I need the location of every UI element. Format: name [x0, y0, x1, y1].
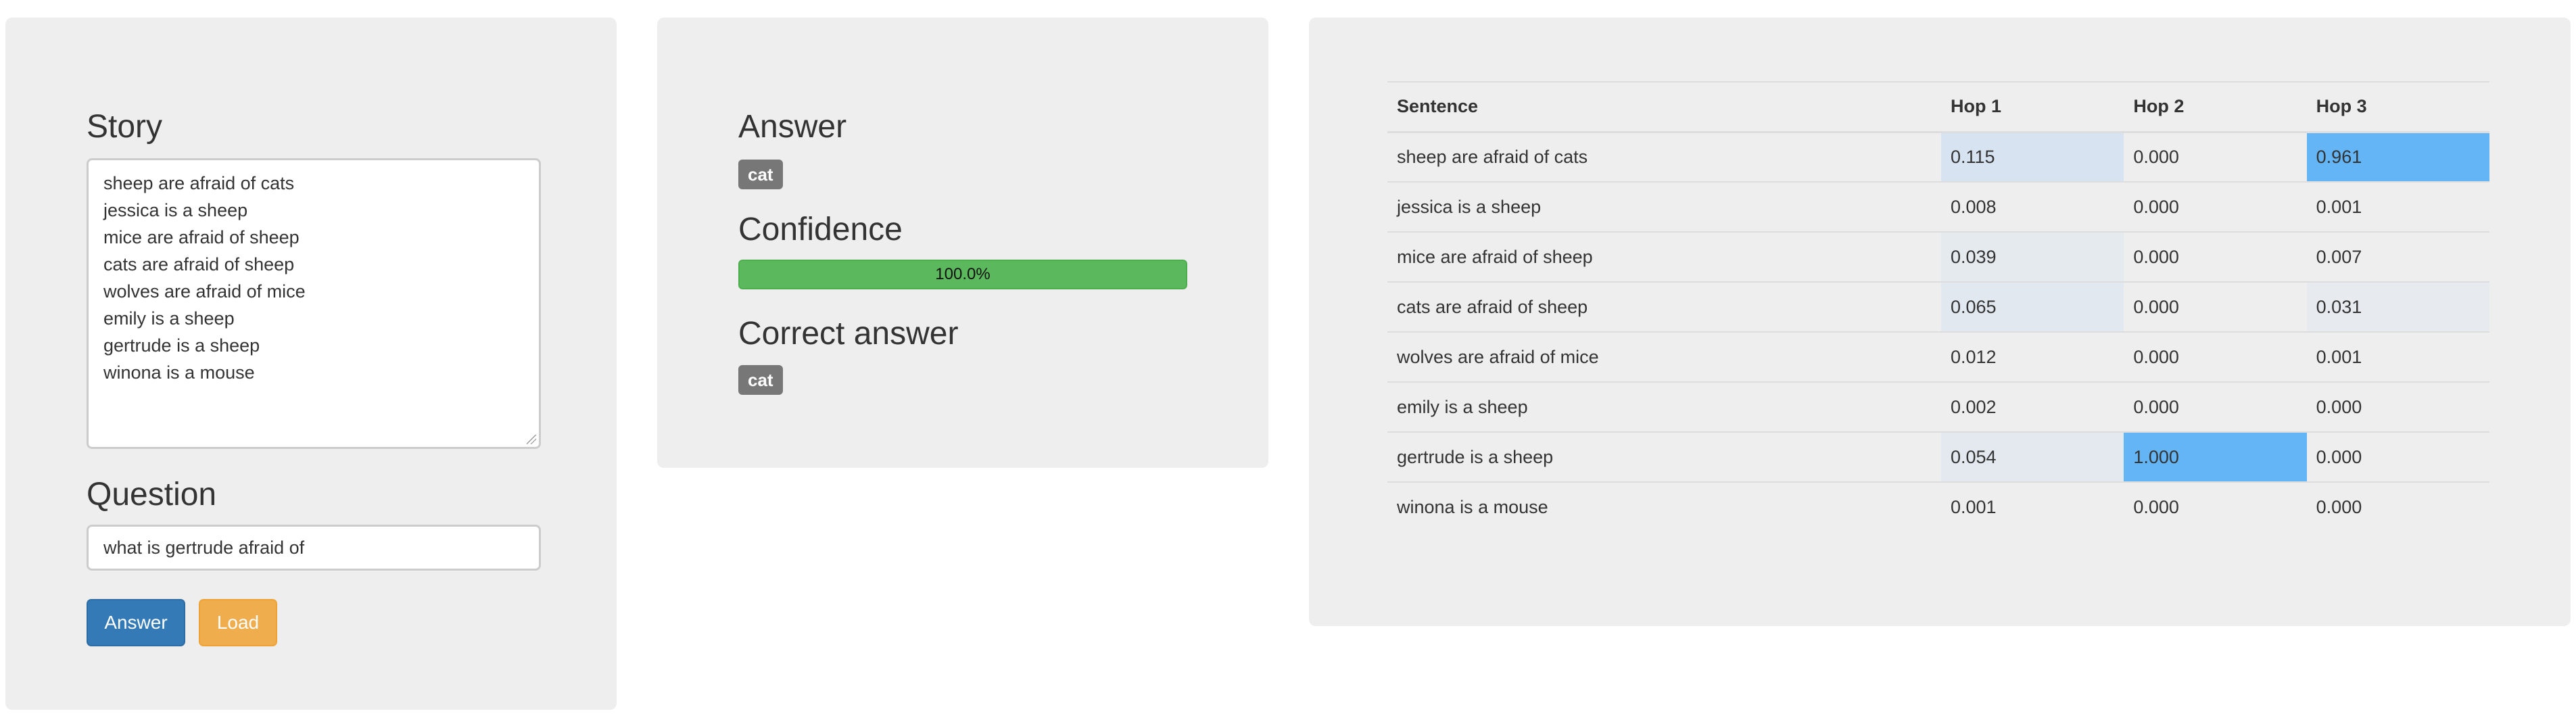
hop-3-cell: 0.000	[2306, 431, 2489, 482]
hop-2-cell: 0.000	[2124, 131, 2307, 182]
hop-2-cell: 0.000	[2124, 281, 2307, 332]
confidence-heading: Confidence	[738, 212, 903, 247]
table-row: wolves are afraid of mice 0.012 0.000 0.001	[1387, 331, 2489, 382]
table-row: mice are afraid of sheep 0.039 0.000 0.007	[1387, 231, 2489, 282]
story-panel: Story sheep are afraid of cats jessica i…	[5, 18, 617, 710]
question-heading: Question	[87, 477, 217, 512]
hop-1-cell: 0.008	[1941, 181, 2124, 232]
story-line: wolves are afraid of mice	[103, 281, 306, 302]
story-line: sheep are afraid of cats	[103, 173, 295, 193]
sentence-cell: winona is a mouse	[1387, 481, 1941, 532]
story-heading: Story	[87, 109, 163, 145]
table-row: winona is a mouse 0.001 0.000 0.000	[1387, 481, 2489, 532]
hop-2-cell: 1.000	[2124, 431, 2307, 482]
hop-1-cell: 0.039	[1941, 231, 2124, 282]
attention-panel: Sentence Hop 1 Hop 2 Hop 3 sheep are afr…	[1309, 18, 2571, 626]
hop-3-cell: 0.000	[2306, 481, 2489, 532]
hop-2-cell: 0.000	[2124, 231, 2307, 282]
story-line: emily is a sheep	[103, 308, 235, 329]
confidence-progress-bar: 100.0%	[738, 260, 1187, 289]
sentence-cell: wolves are afraid of mice	[1387, 331, 1941, 382]
hop-2-cell: 0.000	[2124, 481, 2307, 532]
sentence-cell: jessica is a sheep	[1387, 181, 1941, 232]
table-header-row: Sentence Hop 1 Hop 2 Hop 3	[1387, 81, 2489, 133]
hop-2-cell: 0.000	[2124, 331, 2307, 382]
resize-grip-icon[interactable]	[527, 435, 536, 444]
story-line: mice are afraid of sheep	[103, 227, 300, 247]
answer-button[interactable]: Answer	[87, 599, 185, 646]
answer-panel: Answer cat Confidence 100.0% Correct ans…	[657, 18, 1268, 468]
header-hop-3: Hop 3	[2306, 81, 2489, 133]
correct-answer-heading: Correct answer	[738, 316, 959, 352]
sentence-cell: cats are afraid of sheep	[1387, 281, 1941, 332]
hop-3-cell: 0.000	[2306, 381, 2489, 432]
table-row: cats are afraid of sheep 0.065 0.000 0.031	[1387, 281, 2489, 332]
sentence-cell: gertrude is a sheep	[1387, 431, 1941, 482]
sentence-cell: emily is a sheep	[1387, 381, 1941, 432]
table-row: sheep are afraid of cats 0.115 0.000 0.961	[1387, 131, 2489, 182]
hop-2-cell: 0.000	[2124, 181, 2307, 232]
story-line: jessica is a sheep	[103, 200, 248, 220]
header-hop-1: Hop 1	[1941, 81, 2124, 133]
hop-3-cell: 0.001	[2306, 181, 2489, 232]
hop-1-cell: 0.115	[1941, 131, 2124, 182]
hop-1-cell: 0.002	[1941, 381, 2124, 432]
hop-1-cell: 0.012	[1941, 331, 2124, 382]
sentence-cell: mice are afraid of sheep	[1387, 231, 1941, 282]
answer-heading: Answer	[738, 109, 847, 145]
load-button[interactable]: Load	[199, 599, 277, 646]
sentence-cell: sheep are afraid of cats	[1387, 131, 1941, 182]
hop-3-cell: 0.961	[2306, 131, 2489, 182]
question-input[interactable]: what is gertrude afraid of	[87, 525, 541, 571]
answer-badge: cat	[738, 160, 783, 189]
hop-1-cell: 0.065	[1941, 281, 2124, 332]
table-row: gertrude is a sheep 0.054 1.000 0.000	[1387, 431, 2489, 482]
table-row: jessica is a sheep 0.008 0.000 0.001	[1387, 181, 2489, 232]
attention-table: Sentence Hop 1 Hop 2 Hop 3 sheep are afr…	[1387, 81, 2489, 532]
hop-2-cell: 0.000	[2124, 381, 2307, 432]
confidence-progress-fill: 100.0%	[738, 260, 1187, 289]
header-sentence: Sentence	[1387, 81, 1941, 133]
story-line: gertrude is a sheep	[103, 335, 260, 356]
hop-1-cell: 0.054	[1941, 431, 2124, 482]
hop-3-cell: 0.001	[2306, 331, 2489, 382]
table-row: emily is a sheep 0.002 0.000 0.000	[1387, 381, 2489, 432]
story-textarea[interactable]: sheep are afraid of cats jessica is a sh…	[87, 158, 541, 449]
hop-3-cell: 0.031	[2306, 281, 2489, 332]
hop-1-cell: 0.001	[1941, 481, 2124, 532]
hop-3-cell: 0.007	[2306, 231, 2489, 282]
correct-answer-badge: cat	[738, 365, 783, 395]
story-line: winona is a mouse	[103, 362, 255, 383]
story-line: cats are afraid of sheep	[103, 254, 295, 274]
header-hop-2: Hop 2	[2124, 81, 2307, 133]
